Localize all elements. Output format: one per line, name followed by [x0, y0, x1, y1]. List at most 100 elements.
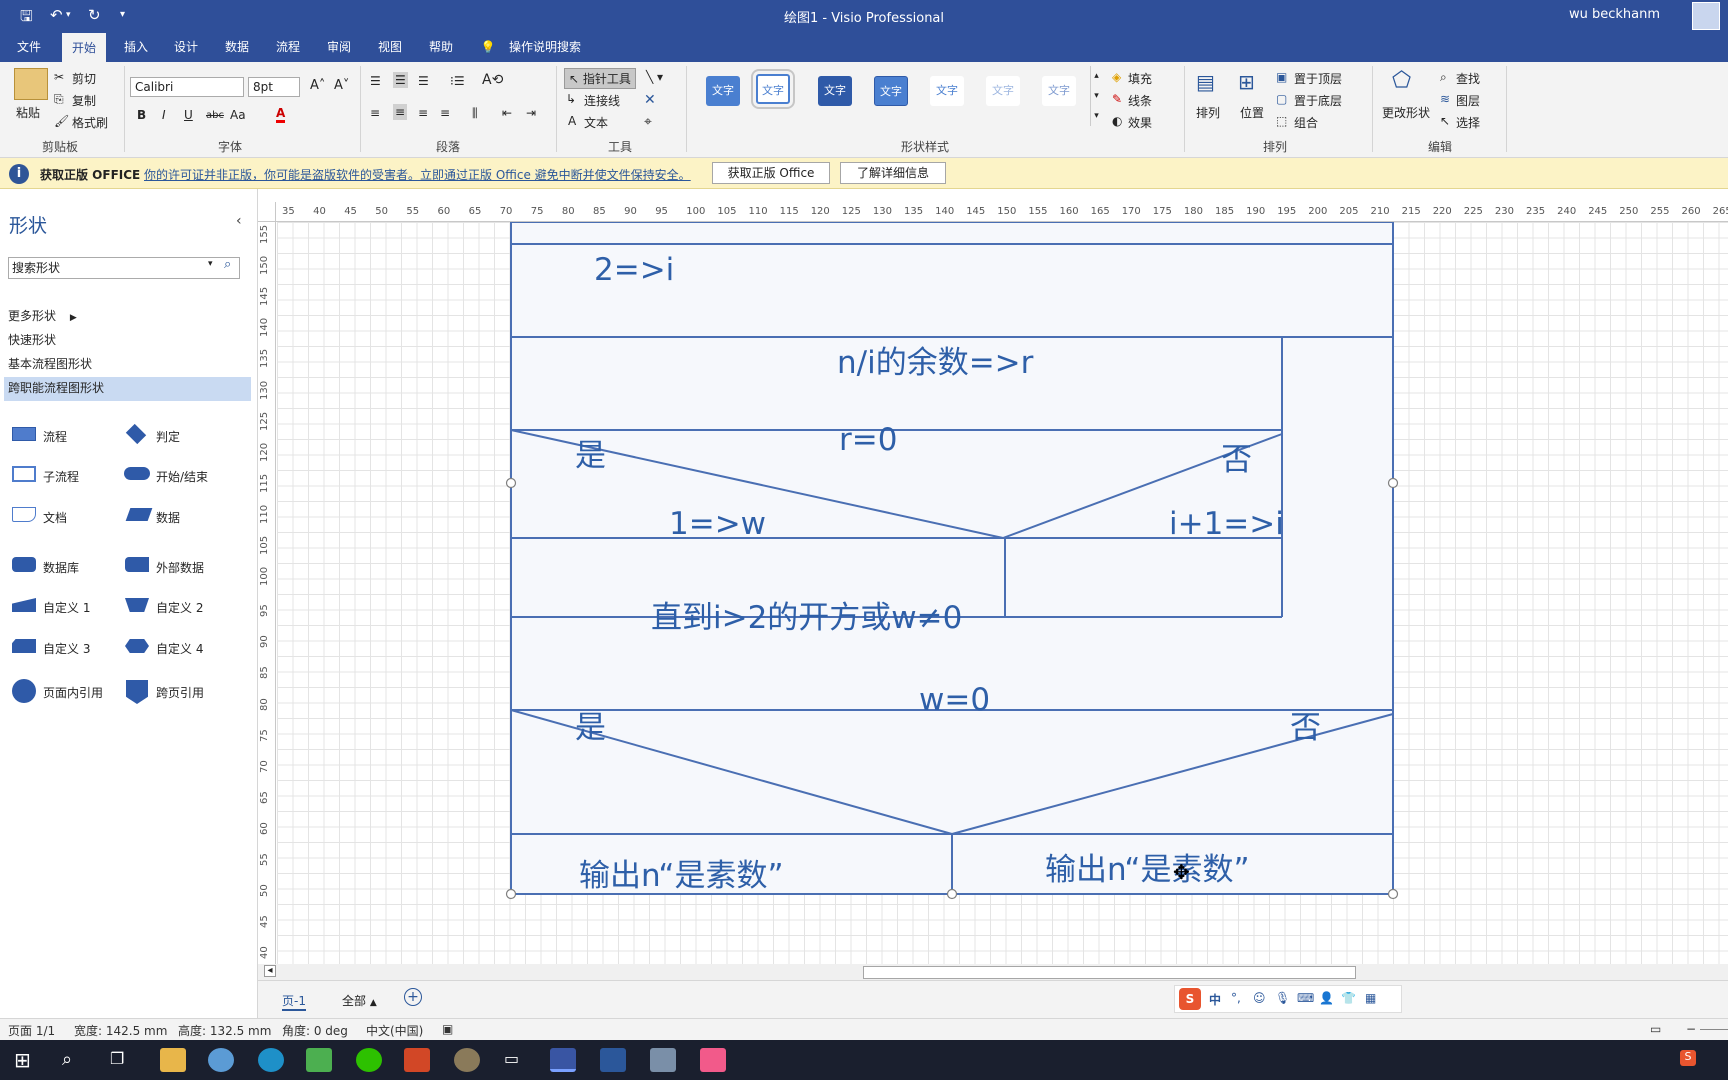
yes1-text[interactable]: 是 — [575, 430, 606, 475]
user-icon[interactable]: 👤 — [1319, 991, 1334, 1005]
tab-design[interactable]: 设计 — [165, 32, 207, 62]
on-page-ref-shape-icon[interactable] — [12, 679, 36, 703]
no2-text[interactable]: 否 — [1290, 702, 1321, 747]
connector-button[interactable]: 连接线 — [584, 92, 620, 109]
justify-icon[interactable]: ≡ — [440, 106, 450, 120]
selection-handle-bottom-right[interactable] — [1387, 888, 1399, 900]
underline-icon[interactable]: U — [184, 108, 193, 122]
stencil-more-shapes[interactable]: 更多形状 ▶ — [8, 307, 77, 324]
strikethrough-icon[interactable]: abc — [206, 110, 224, 121]
paste-button[interactable]: 粘贴 — [16, 104, 40, 121]
scrollbar-thumb[interactable] — [863, 966, 1356, 979]
align-bottom-icon[interactable]: ☰ — [418, 74, 429, 88]
punctuation-icon[interactable]: °, — [1231, 991, 1241, 1005]
effects-button[interactable]: 效果 — [1128, 114, 1152, 131]
scroll-left-icon[interactable]: ◂ — [264, 965, 276, 977]
shape-process[interactable]: 流程 — [43, 428, 67, 445]
sogou-logo-icon[interactable]: S — [1179, 988, 1201, 1010]
cond1-text[interactable]: r=0 — [839, 422, 897, 458]
shape-document[interactable]: 文档 — [43, 509, 67, 526]
ime-language[interactable]: 中 — [1209, 991, 1221, 1008]
until-text[interactable]: 直到i>2的开方或w≠0 — [651, 592, 962, 637]
layers-button[interactable]: 图层 — [1456, 92, 1480, 109]
shape-subprocess[interactable]: 子流程 — [43, 468, 79, 485]
align-center-icon[interactable]: ≡ — [393, 104, 408, 120]
tab-review[interactable]: 审阅 — [318, 32, 360, 62]
no1-text[interactable]: 否 — [1221, 434, 1252, 479]
distribute-icon[interactable]: ⫼ — [472, 106, 478, 121]
wechat-icon[interactable] — [356, 1048, 382, 1072]
connection-point-icon[interactable]: ✕ — [644, 92, 656, 108]
skin-icon[interactable]: 👕 — [1341, 991, 1356, 1005]
shape-data[interactable]: 数据 — [156, 509, 180, 526]
shape-style-6[interactable]: 文字 — [986, 76, 1020, 106]
stencil-quick-shapes[interactable]: 快速形状 — [8, 331, 56, 348]
file-explorer-icon[interactable] — [160, 1048, 186, 1072]
align-middle-icon[interactable]: ☰ — [393, 72, 408, 88]
emoji-icon[interactable]: ☺ — [1253, 991, 1266, 1005]
shape-styles-scroll[interactable]: ▴ ▾ ▾ — [1090, 66, 1102, 126]
find-button[interactable]: 查找 — [1456, 70, 1480, 87]
avatar[interactable] — [1692, 2, 1720, 30]
process-shape-icon[interactable] — [12, 427, 36, 441]
tell-me-search[interactable]: 操作说明搜索 — [504, 32, 586, 62]
cut-button[interactable]: 剪切 — [72, 70, 96, 87]
custom4-shape-icon[interactable] — [125, 639, 149, 653]
all-pages-button[interactable]: 全部 ▲ — [342, 992, 377, 1009]
drawing-canvas[interactable]: 2=>i n/i的余数=>r r=0 是 否 1=>w i+1=>i 直到i>2… — [277, 222, 1728, 970]
shape-style-3[interactable]: 文字 — [818, 76, 852, 106]
output-right-text[interactable]: 输出n“是素数” — [1045, 844, 1250, 889]
select-button[interactable]: 选择 — [1456, 114, 1480, 131]
tab-view[interactable]: 视图 — [369, 32, 411, 62]
shape-external-data[interactable]: 外部数据 — [156, 559, 204, 576]
sogou-tray-icon[interactable]: S — [1680, 1050, 1696, 1066]
bullets-icon[interactable]: ⁝☰ — [450, 74, 465, 88]
collapse-pane-icon[interactable]: ‹ — [236, 213, 242, 229]
paste-icon[interactable] — [14, 68, 48, 100]
shape-style-2[interactable]: 文字 — [751, 69, 795, 109]
add-page-icon[interactable]: + — [404, 988, 422, 1006]
italic-icon[interactable]: I — [162, 108, 166, 122]
tab-home[interactable]: 开始 — [62, 32, 106, 62]
subprocess-shape-icon[interactable] — [12, 466, 36, 482]
microphone-icon[interactable]: 🎙 — [1275, 991, 1290, 1005]
edge-icon[interactable] — [258, 1048, 284, 1072]
shape-start-end[interactable]: 开始/结束 — [156, 468, 208, 485]
app-icon-green[interactable] — [306, 1048, 332, 1072]
font-color-icon[interactable]: A — [276, 106, 286, 123]
powerpoint-icon[interactable] — [404, 1048, 430, 1072]
status-language[interactable]: 中文(中国) — [366, 1022, 423, 1039]
stencil-basic-flowchart[interactable]: 基本流程图形状 — [8, 355, 92, 372]
status-page[interactable]: 页面 1/1 — [8, 1022, 55, 1039]
change-case-icon[interactable]: Aa — [230, 108, 246, 122]
shape-style-4[interactable]: 文字 — [874, 76, 908, 106]
zoom-slider[interactable] — [1700, 1029, 1728, 1030]
document-shape-icon[interactable] — [12, 507, 36, 522]
arrange-button[interactable]: 排列 — [1196, 104, 1220, 121]
output-left-text[interactable]: 输出n“是素数” — [579, 850, 784, 895]
shape-on-page-reference[interactable]: 页面内引用 — [43, 684, 103, 701]
align-top-icon[interactable]: ☰ — [370, 74, 381, 88]
search-dropdown-icon[interactable]: ▾ — [208, 259, 213, 269]
presentation-mode-icon[interactable]: ▭ — [1650, 1022, 1661, 1036]
text-tool-button[interactable]: 文本 — [584, 114, 608, 131]
tab-process[interactable]: 流程 — [267, 32, 309, 62]
position-button[interactable]: 位置 — [1240, 104, 1264, 121]
shape-custom-4[interactable]: 自定义 4 — [156, 640, 203, 657]
init-text[interactable]: 2=>i — [594, 252, 674, 288]
selection-handle-right[interactable] — [1387, 477, 1399, 489]
shape-custom-1[interactable]: 自定义 1 — [43, 599, 90, 616]
app-icon-browser[interactable] — [208, 1048, 234, 1072]
line-tool-icon[interactable]: ╲ ▾ — [646, 70, 663, 84]
shape-style-5[interactable]: 文字 — [930, 76, 964, 106]
shape-custom-2[interactable]: 自定义 2 — [156, 599, 203, 616]
font-family-select[interactable]: Calibri — [130, 77, 244, 97]
page-tab-1[interactable]: 页-1 — [282, 992, 306, 1011]
search-shapes-input[interactable]: 搜索形状 — [8, 257, 240, 279]
ns-diagram[interactable] — [277, 222, 1728, 970]
bring-front-button[interactable]: 置于顶层 — [1294, 70, 1342, 87]
increase-indent-icon[interactable]: ⇥ — [526, 106, 536, 120]
text-direction-icon[interactable]: A⟲ — [482, 72, 503, 88]
group-button[interactable]: 组合 — [1294, 114, 1318, 131]
line-button[interactable]: 线条 — [1128, 92, 1152, 109]
